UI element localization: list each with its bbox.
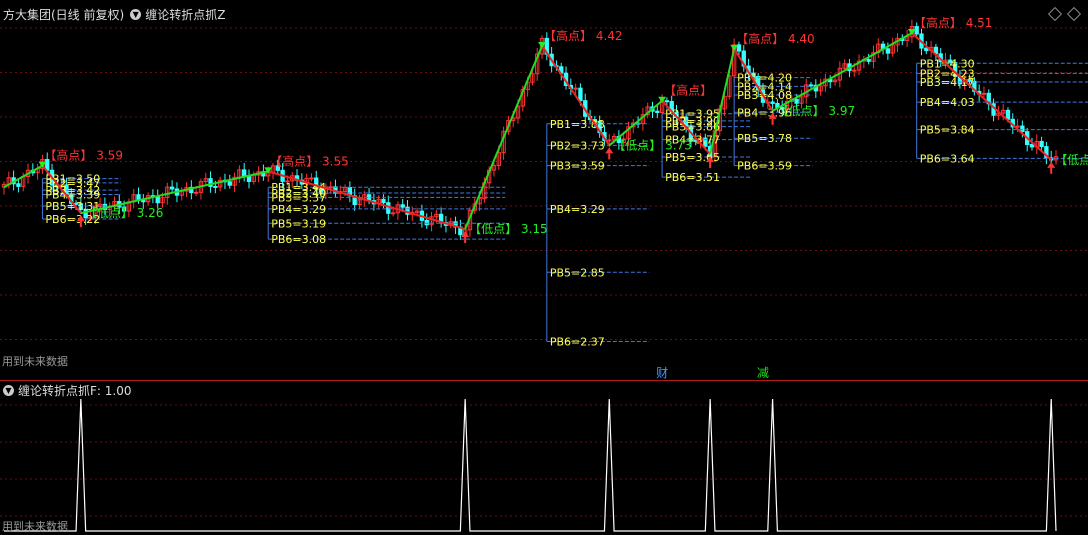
candle-body [770, 101, 775, 104]
high-point-label: 【高点】 3.55 [270, 153, 349, 168]
zigzag-up-segment [709, 48, 736, 155]
candle-body [136, 194, 141, 201]
signal-line [4, 398, 1057, 532]
candle-body [1020, 125, 1025, 133]
sub-indicator-title[interactable]: 缠论转折点抓F [18, 382, 97, 399]
candle-body [794, 98, 799, 104]
pb-level-label: PB6=3.08 [271, 233, 326, 246]
low-arrow-icon [1047, 161, 1056, 168]
candle-body [16, 183, 21, 187]
main-chart-header: 方大集团(日线 前复权) ▼ 缠论转折点抓Z [3, 6, 225, 23]
candle-body [852, 69, 857, 72]
low-point-label: 【低点】 [1055, 153, 1088, 167]
pb-level-label: PB3=4.08 [737, 89, 792, 102]
low-point-label: 【低点】 3.97 [777, 104, 856, 118]
low-arrow-icon [605, 147, 614, 154]
sub-indicator-value: : 1.00 [96, 383, 132, 398]
pb-level-label: PB3=3.86 [665, 121, 720, 134]
candle-body [1029, 144, 1035, 148]
pb-level-label: PB3=3.59 [550, 160, 605, 173]
candle-body [573, 87, 578, 90]
candle-body [1005, 109, 1011, 120]
candle-body [808, 84, 814, 87]
sub-future-data-note: 用到未来数据 [2, 520, 68, 533]
candle-body [664, 100, 670, 103]
low-point-label: 【低点】 3.26 [85, 206, 164, 220]
event-marker: 财 [656, 366, 668, 380]
candle-body [655, 110, 660, 113]
candle-body [885, 48, 891, 54]
candle-body [390, 212, 396, 215]
stock-title[interactable]: 方大集团(日线 前复权) [3, 6, 124, 23]
pb-level-label: PB4=3.29 [271, 203, 326, 216]
sub-chart-header: ▼ 缠论转折点抓F : 1.00 [3, 382, 131, 399]
pb-level-label: PB1=3.88 [550, 118, 605, 131]
candle-body [213, 185, 218, 188]
candle-body [227, 181, 232, 186]
candle-body [169, 186, 175, 190]
chevron-down-icon[interactable]: ▼ [130, 9, 142, 20]
indicator-title[interactable]: 缠论转折点抓Z [145, 6, 225, 23]
candle-body [242, 169, 247, 177]
zigzag-up-segment [464, 45, 543, 230]
chevron-down-icon[interactable]: ▼ [3, 385, 14, 396]
pb-level-label: PB5=3.19 [271, 217, 326, 230]
candle-body [193, 191, 199, 194]
high-point-label: 【高点】 4.40 [736, 31, 815, 46]
pb-level-label: PB6=2.37 [550, 335, 605, 348]
event-marker: 减 [757, 366, 769, 380]
candle-body [578, 87, 583, 102]
main-price-chart: PB1=3.50PB2=3.47PB3=3.42PB4=3.39PB5=3.31… [0, 15, 1088, 380]
candle-body [607, 139, 612, 142]
candle-body [309, 177, 314, 180]
high-point-label: 【高点】 4.51 [914, 15, 993, 30]
low-point-label: 【低点】 3.73 [613, 138, 692, 152]
low-point-label: 【低点】 3.15 [469, 222, 548, 236]
candle-body [155, 196, 160, 204]
candle-body [400, 204, 405, 208]
pb-level-label: PB6=3.64 [920, 152, 975, 165]
pb-level-label: PB4=4.03 [920, 96, 975, 109]
candle-body [424, 219, 429, 226]
future-data-note: 用到未来数据 [2, 355, 68, 368]
high-point-label: 【高点】 4.42 [544, 28, 623, 43]
high-point-label: 【高点】 [664, 83, 712, 98]
pb-level-label: PB6=3.59 [737, 160, 792, 173]
candle-body [866, 59, 871, 62]
sub-indicator-chart [0, 398, 1088, 532]
pb-level-label: PB5=3.78 [737, 132, 792, 145]
candle-body [381, 198, 386, 204]
pb-level-label: PB5=3.84 [920, 124, 975, 137]
candle-body [386, 202, 391, 214]
candle-body [1039, 140, 1044, 148]
high-point-label: 【高点】 3.59 [44, 148, 123, 163]
pb-level-label: PB2=3.73 [550, 139, 605, 152]
pb-level-label: PB6=3.51 [665, 171, 720, 184]
pb-level-label: PB4=3.29 [550, 203, 605, 216]
pb-level-label: PB5=2.85 [550, 266, 605, 279]
candle-body [981, 92, 987, 95]
